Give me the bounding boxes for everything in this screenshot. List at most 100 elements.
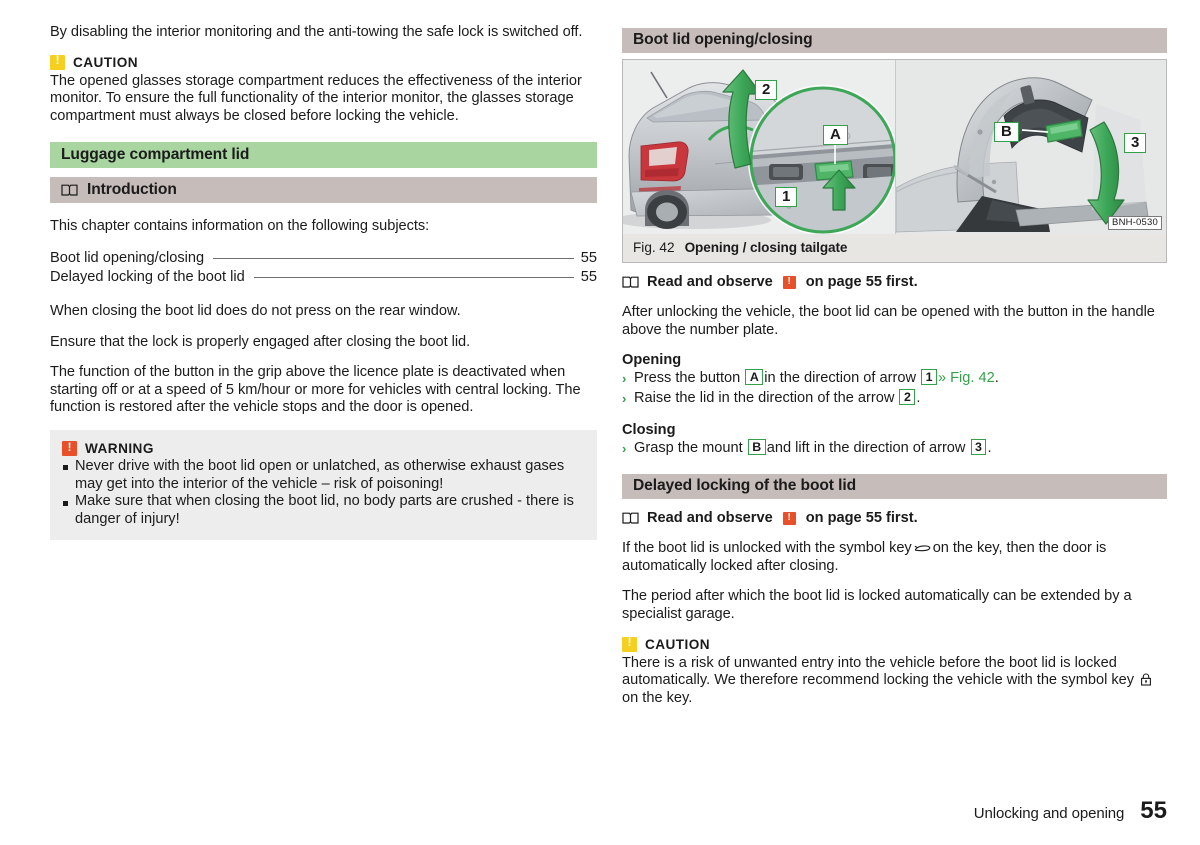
read-and-observe-line-1: Read and observe ! on page 55 first. <box>622 274 1167 290</box>
closing-step: › Grasp the mount Band lift in the direct… <box>622 439 1167 458</box>
caution-badge-icon: ! <box>50 54 65 70</box>
figure-caption-number: Fig. 42 <box>633 240 675 255</box>
step-text: Press the button <box>634 370 741 387</box>
right-column: Boot lid opening/closing 2 A 1 B 3 BNH-0… <box>622 28 1167 721</box>
figure-image: 2 A 1 B 3 BNH-0530 <box>623 60 1166 234</box>
footer-section-title: Unlocking and opening <box>973 805 1125 822</box>
body-paragraph: Ensure that the lock is properly engaged… <box>50 333 471 350</box>
introduction-heading-bar: Introduction <box>50 177 597 204</box>
observe-suffix: on page 55 first. <box>805 274 918 290</box>
toc-entry[interactable]: Delayed locking of the boot lid 55 <box>50 268 597 287</box>
inline-key-reference[interactable]: 1 <box>921 369 937 386</box>
warning-badge-icon: ! <box>62 440 77 456</box>
caution-notice-left: ! CAUTION The opened glasses storage com… <box>50 54 597 126</box>
step-arrow-icon: › <box>622 371 627 387</box>
toc-leader-line <box>253 276 574 278</box>
figure-pane-tailgate-open: B 3 BNH-0530 <box>895 60 1166 234</box>
inline-key-reference[interactable]: 2 <box>899 389 916 406</box>
chapter-heading-bar: Luggage compartment lid <box>50 142 597 169</box>
inline-key-reference[interactable]: B <box>747 439 766 456</box>
section-heading-label: Boot lid opening/closing <box>633 31 813 48</box>
inline-key-reference[interactable]: A <box>745 369 764 386</box>
step-text: Grasp the mount <box>634 440 743 457</box>
delayed-locking-heading-label: Delayed locking of the boot lid <box>633 477 857 495</box>
delayed-paragraph-1: If the boot lid is unlocked with the sym… <box>622 540 1167 575</box>
warning-header: ! WARNING <box>62 440 585 456</box>
unlock-car-icon <box>914 542 931 554</box>
caution-badge-icon: ! <box>622 636 637 652</box>
caution-title: CAUTION <box>645 636 711 652</box>
caution-text-part-a: There is a risk of unwanted entry into t… <box>622 654 1135 689</box>
footer-page-number: 55 <box>1140 797 1167 824</box>
section-heading-bar: Boot lid opening/closing <box>622 28 1167 53</box>
book-icon <box>622 275 639 289</box>
caution-title: CAUTION <box>73 54 139 70</box>
opening-step: › Raise the lid in the direction of the a… <box>622 389 1167 408</box>
step-text: . <box>916 390 921 407</box>
step-arrow-icon: › <box>622 441 627 457</box>
toc-entry-page: 55 <box>580 268 597 285</box>
chapter-toc: Boot lid opening/closing 55 Delayed lock… <box>50 249 597 287</box>
caution-header: ! CAUTION <box>622 636 1167 652</box>
body-paragraph: The function of the button in the grip a… <box>50 364 581 416</box>
toc-entry-label: Boot lid opening/closing <box>50 249 205 266</box>
introduction-heading-label: Introduction <box>87 180 177 198</box>
warning-title: WARNING <box>85 440 154 456</box>
opening-step: › Press the button Ain the direction of a… <box>622 369 1167 388</box>
closing-procedure: Closing › Grasp the mount Band lift in th… <box>622 422 1167 458</box>
figure-callout-A: A <box>823 125 848 145</box>
opening-intro-text: After unlocking the vehicle, the boot li… <box>622 304 1155 338</box>
delayed-paragraph-2: The period after which the boot lid is l… <box>622 588 1132 622</box>
figure-cross-reference[interactable]: » Fig. 42 <box>938 370 995 386</box>
step-text: Raise the lid in the direction of the ar… <box>634 390 895 407</box>
toc-entry-label: Delayed locking of the boot lid <box>50 268 245 285</box>
observe-prefix: Read and observe <box>647 274 773 290</box>
warning-notice: ! WARNING Never drive with the boot lid … <box>50 429 597 541</box>
intro-paragraph: By disabling the interior monitoring and… <box>50 24 583 40</box>
figure-caption-title: Opening / closing tailgate <box>684 240 848 255</box>
toc-leader-line <box>213 257 574 259</box>
caution-header: ! CAUTION <box>50 54 597 70</box>
figure-callout-1: 1 <box>775 187 798 207</box>
warning-badge-icon: ! <box>782 511 796 525</box>
figure-image-code: BNH-0530 <box>1108 216 1162 230</box>
page-footer: Unlocking and opening 55 <box>974 797 1167 825</box>
step-arrow-icon: › <box>622 391 627 407</box>
manual-page: By disabling the interior monitoring and… <box>0 0 1200 845</box>
caution-text: The opened glasses storage compartment r… <box>50 72 582 124</box>
observe-prefix: Read and observe <box>647 510 773 527</box>
warning-bullet: Make sure that when closing the boot lid… <box>62 493 585 528</box>
step-text: in the direction of arrow <box>764 370 916 387</box>
warning-badge-icon: ! <box>782 275 796 289</box>
figure-callout-3: 3 <box>1124 133 1147 153</box>
figure-42: 2 A 1 B 3 BNH-0530 Fig. 42 Opening / clo… <box>622 59 1167 263</box>
book-icon <box>622 511 639 525</box>
delayed-paragraph-1-part-a: If the boot lid is unlocked with the sym… <box>622 540 912 557</box>
figure-caption: Fig. 42 Opening / closing tailgate <box>623 234 1166 262</box>
read-and-observe-line-2: Read and observe ! on page 55 first. <box>622 510 1167 526</box>
left-column: By disabling the interior monitoring and… <box>50 24 597 554</box>
observe-suffix: on page 55 first. <box>805 510 918 527</box>
inline-key-reference[interactable]: 3 <box>970 439 987 456</box>
caution-text: There is a risk of unwanted entry into t… <box>622 655 1167 708</box>
step-text: . <box>987 440 992 457</box>
caution-text-part-b: on the key. <box>622 689 693 706</box>
figure-pane-rear-view: 2 A 1 <box>623 60 895 234</box>
padlock-closed-icon <box>1140 673 1152 686</box>
delayed-locking-heading-bar: Delayed locking of the boot lid <box>622 474 1167 500</box>
caution-notice-right: ! CAUTION There is a risk of unwanted en… <box>622 636 1167 708</box>
warning-bullet: Never drive with the boot lid open or un… <box>62 458 585 493</box>
figure-callout-2: 2 <box>755 80 778 100</box>
opening-heading: Opening <box>622 352 682 369</box>
step-text: . <box>994 370 999 387</box>
toc-entry-page: 55 <box>580 249 597 266</box>
opening-procedure: Opening › Press the button Ain the direct… <box>622 352 1167 408</box>
introduction-lead: This chapter contains information on the… <box>50 218 430 235</box>
figure-callout-B: B <box>994 122 1019 142</box>
closing-heading: Closing <box>622 422 676 439</box>
chapter-heading-label: Luggage compartment lid <box>61 145 250 163</box>
toc-entry[interactable]: Boot lid opening/closing 55 <box>50 249 597 268</box>
book-icon <box>61 183 78 197</box>
body-paragraph: When closing the boot lid does do not pr… <box>50 302 461 319</box>
step-text: and lift in the direction of arrow <box>766 440 966 457</box>
